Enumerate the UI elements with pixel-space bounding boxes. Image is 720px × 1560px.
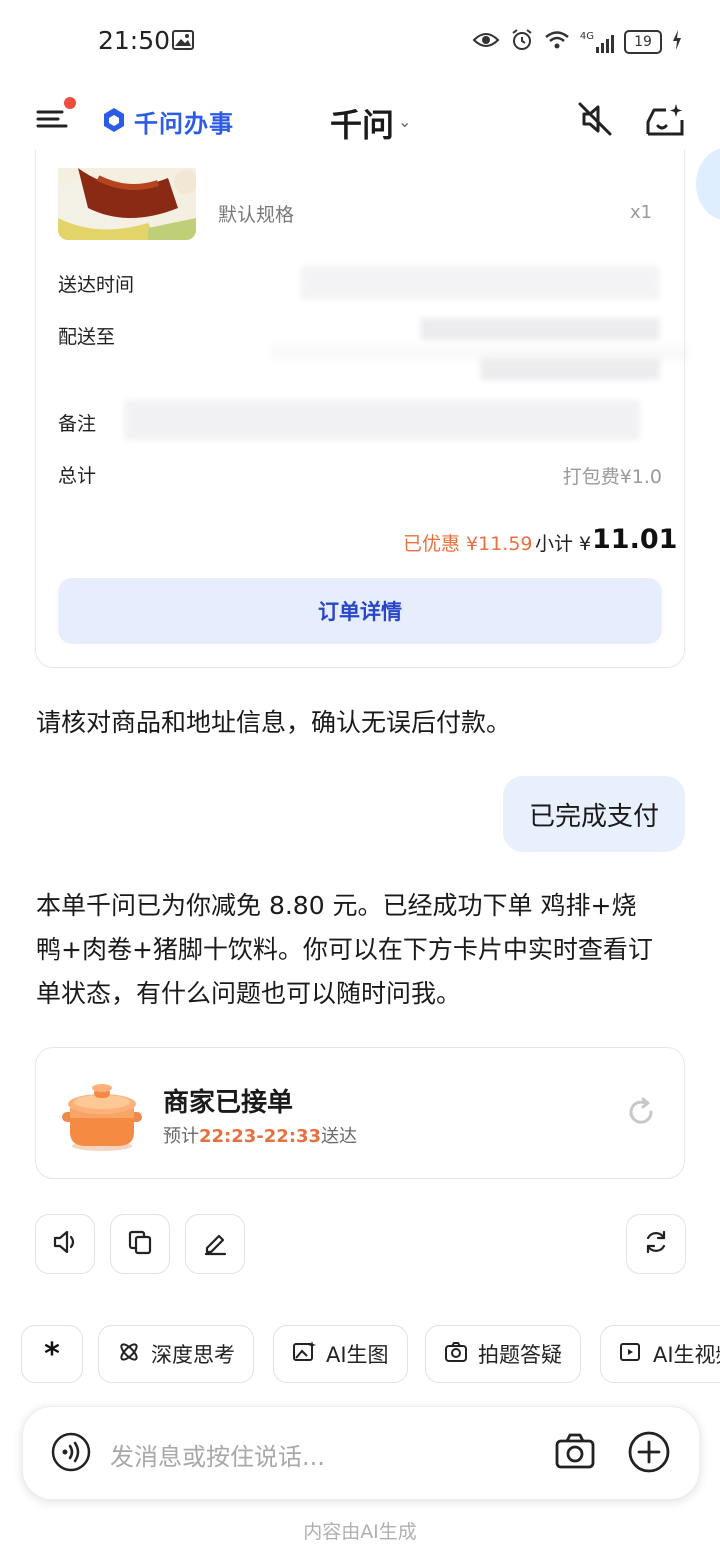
redacted-delivery-time (300, 266, 660, 300)
deep-think-chip[interactable]: 深度思考 (98, 1325, 254, 1383)
ai-video-chip[interactable]: AI生视频 (600, 1325, 720, 1383)
quick-tools-chip[interactable]: * (21, 1325, 83, 1383)
item-spec: 默认规格 (218, 204, 295, 226)
read-aloud-button[interactable] (35, 1214, 95, 1274)
atom-icon (117, 1340, 141, 1369)
assistant-message-line: 本单千问已为你减免 8.80 元。已经成功下单 鸡排+烧 (36, 891, 637, 920)
chip-label: AI生视频 (653, 1343, 720, 1367)
wifi-icon (544, 30, 570, 54)
chip-label: 深度思考 (151, 1343, 235, 1367)
refresh-icon (642, 1228, 670, 1260)
food-image (58, 168, 196, 240)
cooking-pot-icon (60, 1078, 144, 1152)
status-refresh-icon[interactable] (626, 1097, 656, 1127)
new-chat-icon[interactable] (644, 100, 686, 138)
subtotal-value: 11.01 (592, 524, 678, 555)
alarm-icon (510, 28, 534, 56)
speaker-mute-icon[interactable] (576, 100, 614, 138)
video-sparkle-icon (619, 1340, 643, 1369)
assistant-message-line: 单状态，有什么问题也可以随时问我。 (36, 979, 462, 1008)
copy-button[interactable] (110, 1214, 170, 1274)
menu-icon[interactable] (36, 104, 72, 134)
user-message-bubble: 已完成支付 (503, 776, 685, 852)
delivery-time-label: 送达时间 (58, 274, 135, 296)
eta-time: 22:23-22:33 (199, 1126, 322, 1147)
plus-icon[interactable] (627, 1430, 671, 1474)
ai-disclaimer: 内容由AI生成 (303, 1521, 417, 1543)
assistant-message: 请核对商品和地址信息，确认无误后付款。 (36, 708, 512, 737)
signal-icon: 4G (580, 31, 614, 53)
redacted-address-line1 (420, 318, 660, 340)
deliver-to-label: 配送至 (58, 326, 116, 348)
eye-icon (472, 31, 500, 53)
ai-image-chip[interactable]: AI生图 (273, 1325, 408, 1383)
notification-dot (64, 97, 76, 109)
redacted-address-line2 (480, 358, 660, 380)
photo-question-chip[interactable]: 拍题答疑 (425, 1325, 581, 1383)
chip-label: AI生图 (326, 1343, 389, 1367)
item-quantity: x1 (630, 202, 653, 223)
chevron-down-icon[interactable]: ⌄ (398, 112, 411, 131)
status-time: 21:50 (98, 26, 171, 55)
image-sparkle-icon (292, 1340, 316, 1369)
subtotal-label: 小计 ¥ (535, 533, 592, 555)
floating-assistant-bubble[interactable] (696, 148, 720, 220)
redacted-note (124, 400, 640, 440)
voice-input-icon[interactable] (50, 1431, 92, 1473)
edit-button[interactable] (185, 1214, 245, 1274)
regenerate-button[interactable] (626, 1214, 686, 1274)
camera-icon[interactable] (554, 1431, 596, 1471)
charging-icon (672, 30, 682, 54)
order-status-title: 商家已接单 (163, 1088, 294, 1118)
copy-icon (126, 1228, 154, 1260)
status-icons: 4G 19 (472, 28, 682, 56)
total-label: 总计 (58, 465, 97, 487)
chip-label: 拍题答疑 (478, 1343, 562, 1367)
packing-fee: 打包费¥1.0 (562, 466, 662, 488)
brand-logo-icon (100, 106, 128, 138)
eta-text: 预计22:23-22:33送达 (163, 1126, 358, 1147)
brand-button[interactable]: 千问办事 (100, 104, 234, 139)
speaker-icon (51, 1228, 79, 1260)
gallery-notification-icon (172, 30, 194, 50)
asterisk-icon: * (44, 1336, 60, 1372)
assistant-message-line: 鸭+肉卷+猪脚十饮料。你可以在下方卡片中实时查看订 (36, 935, 653, 964)
message-input[interactable]: 发消息或按住说话... (110, 1437, 325, 1472)
brand-label: 千问办事 (134, 110, 234, 138)
discount-amount: 已优惠 ¥11.59 (403, 533, 533, 555)
order-details-button[interactable]: 订单详情 (58, 578, 662, 644)
camera-sparkle-icon (444, 1340, 468, 1369)
battery-indicator: 19 (624, 30, 662, 54)
pencil-icon (201, 1228, 229, 1260)
page-title[interactable]: 千问 (330, 100, 394, 146)
note-label: 备注 (58, 413, 97, 435)
